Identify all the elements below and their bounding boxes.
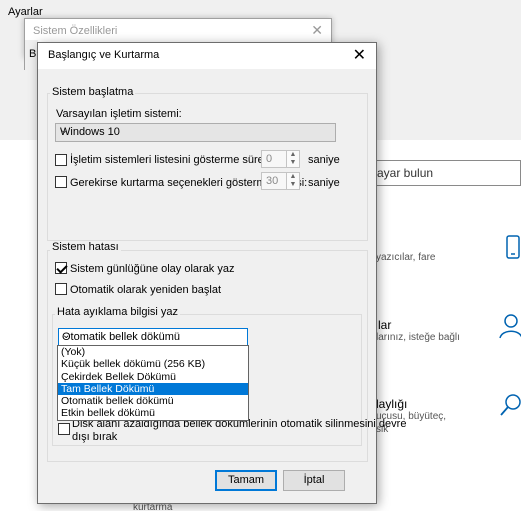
dropdown-option-highlighted[interactable]: Tam Bellek Dökümü <box>58 382 248 396</box>
startup-group-label: Sistem başlatma <box>50 86 136 98</box>
auto-restart-checkbox[interactable] <box>55 283 67 295</box>
write-event-checkbox[interactable] <box>55 262 67 274</box>
debug-info-combo[interactable]: Otomatik bellek dökümü ⌄ <box>58 328 248 346</box>
auto-restart-label: Otomatik olarak yeniden başlat <box>70 284 222 296</box>
show-os-list-stepper[interactable]: ▲ ▼ <box>286 150 300 168</box>
show-recovery-checkbox[interactable] <box>55 176 67 188</box>
stepper-up-icon[interactable]: ▲ <box>287 173 299 181</box>
disable-auto-delete-label-line2: dışı bırak <box>72 431 118 443</box>
debug-info-group-label: Hata ayıklama bilgisi yaz <box>55 306 181 318</box>
dropdown-option[interactable]: Otomatik bellek dökümü <box>58 395 248 407</box>
tile-accounts-subtitle: larınız, isteğe bağlı <box>376 332 460 343</box>
settings-search-text: ayar bulun <box>377 166 434 180</box>
system-properties-tab-strip: B <box>24 40 38 70</box>
default-os-label: Varsayılan işletim sistemi: <box>56 108 182 120</box>
stepper-down-icon[interactable]: ▼ <box>287 181 299 189</box>
show-recovery-value: 30 <box>266 175 279 187</box>
person-icon[interactable] <box>498 312 521 340</box>
show-recovery-unit: saniye <box>308 177 340 189</box>
ok-button[interactable]: Tamam <box>215 470 277 491</box>
show-recovery-spin[interactable]: 30 <box>261 172 287 190</box>
phone-icon[interactable] <box>500 234 521 262</box>
stepper-down-icon[interactable]: ▼ <box>287 159 299 167</box>
show-recovery-stepper[interactable]: ▲ ▼ <box>286 172 300 190</box>
show-os-list-label: İşletim sistemleri listesini gösterme sü… <box>70 154 275 166</box>
system-properties-title: Sistem Özellikleri <box>33 25 118 37</box>
dropdown-option[interactable]: Etkin bellek dökümü <box>58 407 248 419</box>
tile-accounts-title: lar <box>378 318 392 332</box>
show-os-list-checkbox[interactable] <box>55 154 67 166</box>
show-os-list-value: 0 <box>266 153 273 165</box>
dialog-title: Başlangıç ve Kurtarma <box>48 49 160 61</box>
default-os-combo[interactable]: Windows 10 ⌄ <box>55 123 336 142</box>
startup-recovery-dialog: Başlangıç ve Kurtarma ✕ Sistem başlatma … <box>37 42 406 504</box>
failure-group-label: Sistem hatası <box>50 241 121 253</box>
disable-auto-delete-checkbox[interactable] <box>58 423 70 435</box>
settings-title: Ayarlar <box>8 6 43 18</box>
dropdown-option[interactable]: Küçük bellek dökümü (256 KB) <box>58 358 248 370</box>
stepper-up-icon[interactable]: ▲ <box>287 151 299 159</box>
tile-ease-title: laylığı <box>376 397 408 411</box>
system-properties-close-icon[interactable]: ✕ <box>311 22 323 39</box>
chevron-down-icon: ⌄ <box>62 330 71 341</box>
show-os-list-unit: saniye <box>308 154 340 166</box>
tile-devices-subtitle: yazıcılar, fare <box>376 252 436 263</box>
dialog-close-icon[interactable]: ✕ <box>353 45 366 65</box>
dialog-titlebar: Başlangıç ve Kurtarma ✕ <box>38 43 376 69</box>
debug-info-dropdown-list[interactable]: (Yok) Küçük bellek dökümü (256 KB) Çekir… <box>57 345 249 421</box>
show-os-list-spin[interactable]: 0 <box>261 150 287 168</box>
dropdown-option[interactable]: Çekirdek Bellek Dökümü <box>58 371 248 383</box>
cancel-button[interactable]: İptal <box>283 470 345 491</box>
dropdown-option[interactable]: (Yok) <box>58 346 248 358</box>
magnifier-icon[interactable] <box>498 392 521 420</box>
chevron-down-icon: ⌄ <box>60 125 69 136</box>
write-event-label: Sistem günlüğüne olay olarak yaz <box>70 263 235 275</box>
